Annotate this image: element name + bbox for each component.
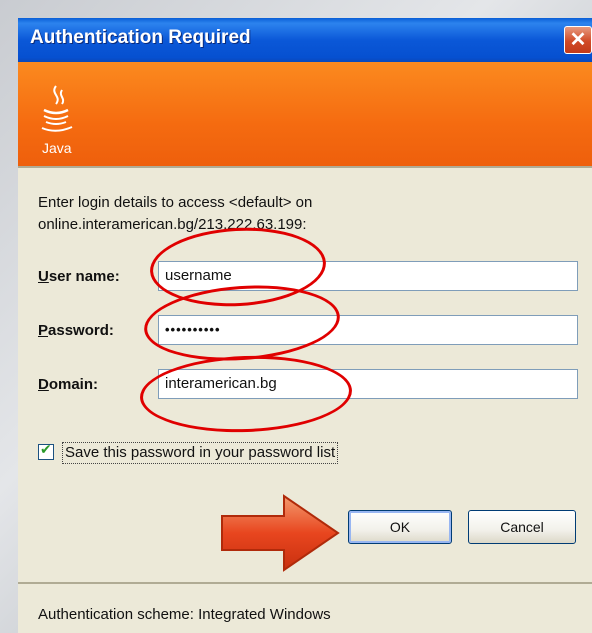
highlight-oval-domain: [138, 352, 354, 436]
password-label: Password:: [38, 322, 114, 339]
arrow-icon: [221, 494, 340, 572]
domain-label: Domain:: [38, 376, 99, 393]
ok-button[interactable]: OK: [348, 510, 452, 544]
prompt-line-2: online.interamerican.bg/213.222.63.199:: [38, 216, 307, 233]
java-banner: Java: [18, 62, 592, 166]
title-bar[interactable]: Authentication Required ✕: [18, 18, 592, 62]
banner-divider: [18, 166, 592, 168]
save-password-label[interactable]: Save this password in your password list: [62, 442, 339, 464]
username-label: User name:: [38, 268, 120, 285]
prompt-line-1: Enter login details to access <default> …: [38, 194, 313, 211]
java-logo-text: Java: [42, 140, 72, 156]
close-button[interactable]: ✕: [564, 26, 592, 54]
save-password-checkbox[interactable]: ✔: [38, 442, 54, 460]
checkmark-icon: ✔: [40, 442, 52, 458]
auth-dialog: Authentication Required ✕ Java Enter log…: [18, 18, 592, 633]
dialog-title: Authentication Required: [30, 27, 251, 48]
cancel-button[interactable]: Cancel: [468, 510, 576, 544]
footer-divider: [18, 582, 592, 584]
java-logo-icon: Java: [36, 84, 80, 156]
login-prompt: Enter login details to access <default> …: [38, 192, 558, 236]
close-icon: ✕: [569, 29, 587, 51]
auth-scheme-text: Authentication scheme: Integrated Window…: [38, 606, 331, 623]
